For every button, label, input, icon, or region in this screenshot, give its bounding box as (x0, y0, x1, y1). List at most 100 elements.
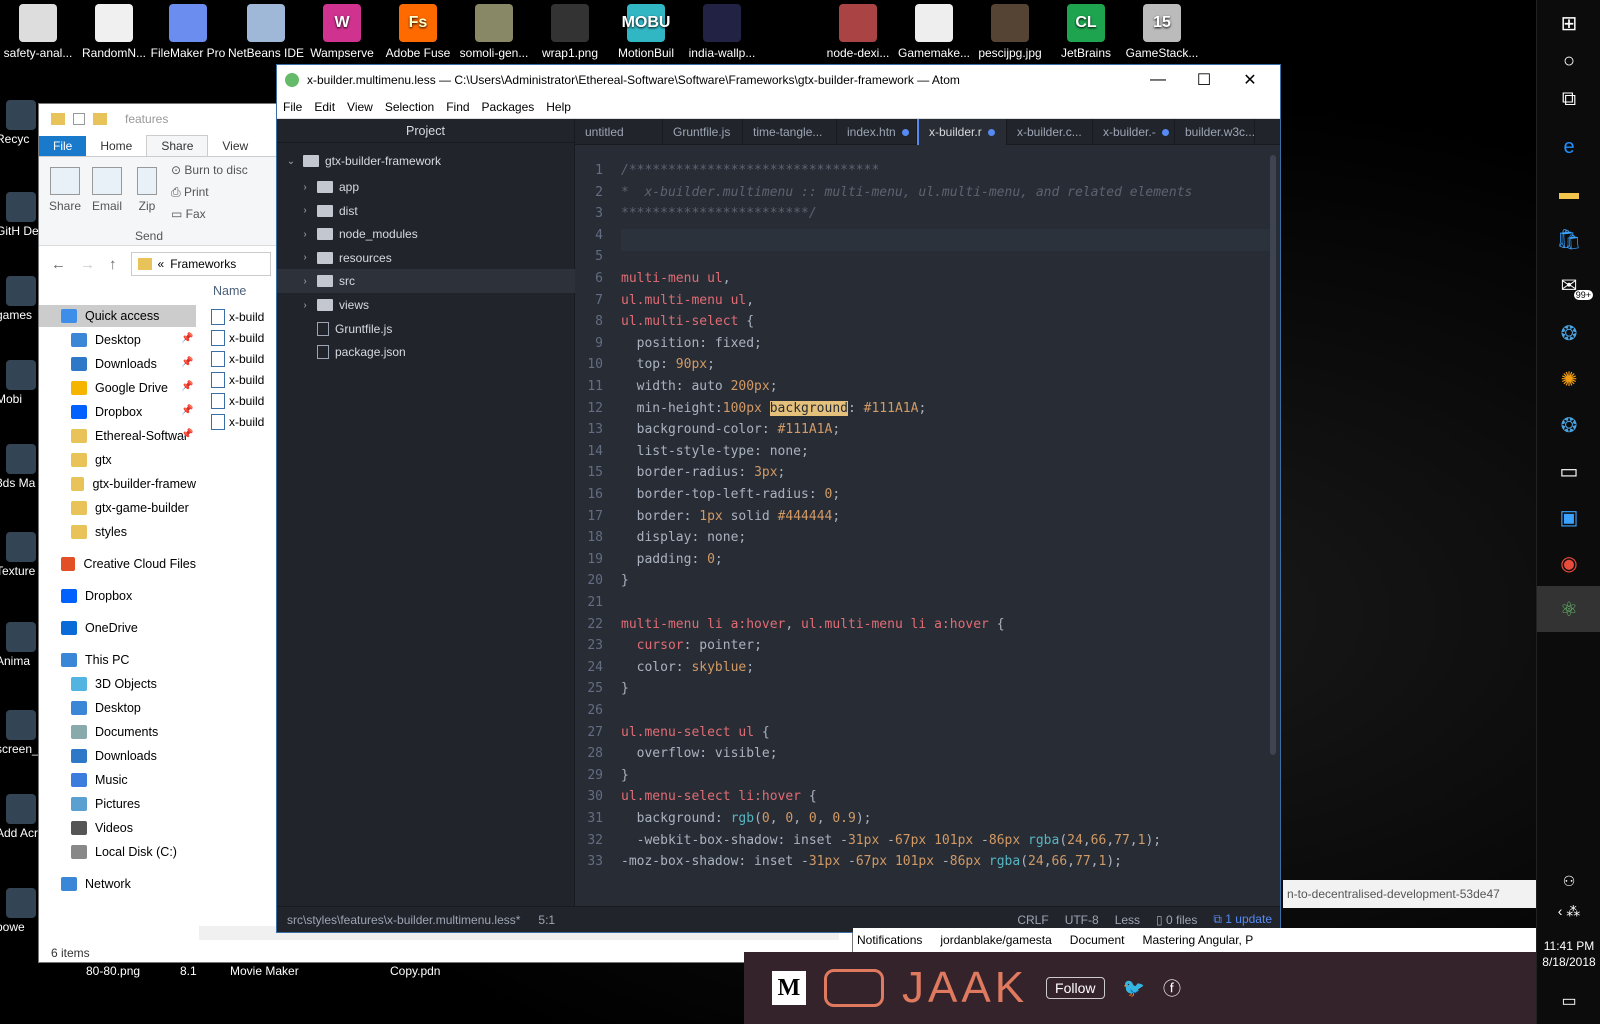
app-icon[interactable]: ✺ (1537, 356, 1600, 402)
menu-item[interactable]: View (341, 100, 379, 114)
editor-tab[interactable]: Gruntfile.js (663, 119, 743, 145)
code-editor[interactable]: 1 /******************************** 2 * x-b… (575, 145, 1280, 908)
app-icon[interactable]: ❂ (1537, 310, 1600, 356)
close-button[interactable]: ✕ (1227, 65, 1273, 95)
chrome-icon[interactable]: ◉ (1537, 540, 1600, 586)
editor-tab[interactable]: index.htn (837, 119, 917, 145)
vertical-scrollbar[interactable] (1270, 155, 1276, 755)
desktop-icon[interactable]: Texture (0, 528, 40, 578)
maximize-button[interactable]: ☐ (1181, 65, 1227, 95)
bookmark-item[interactable]: Notifications (857, 933, 922, 947)
clock-date[interactable]: 8/18/2018 (1537, 954, 1600, 970)
bookmark-item[interactable]: Document (1070, 933, 1125, 947)
desktop-icon[interactable]: 15 GameStack... (1124, 0, 1200, 60)
editor-tab[interactable]: x-builder.- (1093, 119, 1175, 145)
nav-item[interactable]: Desktop (39, 697, 196, 719)
zip-button[interactable]: Zip (133, 163, 161, 213)
desktop-icon[interactable]: Anima (0, 618, 40, 668)
ribbon-tab-view[interactable]: View (208, 136, 262, 156)
desktop-icon[interactable]: W Wampserve (304, 0, 380, 60)
desktop-icon[interactable]: NetBeans IDE 8.2 (228, 0, 304, 60)
desktop-icon[interactable]: india-wallp... (684, 0, 760, 60)
nav-item[interactable]: Pictures (39, 793, 196, 815)
desktop-icon[interactable]: 3ds Ma (0, 440, 40, 490)
tree-item[interactable]: › views (277, 293, 575, 317)
tree-item[interactable]: package.json (277, 340, 575, 364)
desktop-icon[interactable]: Fs Adobe Fuse (380, 0, 456, 60)
atom-editor-window[interactable]: x-builder.multimenu.less — C:\Users\Admi… (276, 64, 1281, 933)
desktop-icon-label[interactable]: 80-80.png (86, 964, 140, 978)
nav-item[interactable]: Creative Cloud Files (39, 553, 196, 575)
desktop-icon-label[interactable]: Movie Maker (230, 964, 299, 978)
back-icon[interactable]: ← (51, 256, 66, 273)
encoding[interactable]: UTF-8 (1065, 913, 1099, 927)
editor-tab[interactable]: builder.w3c... (1175, 119, 1255, 145)
menu-item[interactable]: Edit (308, 100, 341, 114)
email-button[interactable]: Email (89, 163, 125, 213)
tree-item[interactable]: › dist (277, 199, 575, 223)
edge-icon[interactable]: e (1537, 124, 1600, 170)
nav-item[interactable]: gtx (39, 449, 196, 471)
bookmark-item[interactable]: Mastering Angular, P (1142, 933, 1253, 947)
editor-tab[interactable]: untitled (575, 119, 663, 145)
menu-item[interactable]: Find (440, 100, 475, 114)
nav-item[interactable]: Dropbox (39, 401, 196, 423)
tree-item[interactable]: Gruntfile.js (277, 317, 575, 341)
desktop-icon[interactable]: wrap1.png (532, 0, 608, 60)
clock-time[interactable]: 11:41 PM (1537, 938, 1600, 954)
facebook-icon[interactable]: ⓕ (1163, 975, 1181, 1001)
forward-icon[interactable]: → (80, 256, 95, 273)
nav-item[interactable]: gtx-game-builder (39, 497, 196, 519)
ribbon-tab-share[interactable]: Share (146, 135, 209, 156)
file-explorer-icon[interactable]: ▬ (1537, 170, 1600, 216)
tree-root[interactable]: ⌄ gtx-builder-framework (277, 149, 575, 173)
burn-button[interactable]: ⊙ Burn to disc (171, 163, 248, 177)
browser-url-bar[interactable]: n-to-decentralised-development-53de47 (1283, 880, 1536, 908)
app-icon[interactable]: ▣ (1537, 494, 1600, 540)
mail-icon[interactable]: ✉ 99+ (1537, 262, 1600, 308)
medium-logo[interactable]: M (772, 971, 806, 1005)
tree-item[interactable]: › node_modules (277, 222, 575, 246)
nav-item[interactable]: Music (39, 769, 196, 791)
tree-item[interactable]: › resources (277, 246, 575, 270)
atom-taskbar-icon[interactable]: ⚛ (1537, 586, 1600, 632)
fax-button[interactable]: ▭ Fax (171, 207, 206, 221)
share-button[interactable]: Share (47, 163, 83, 213)
nav-item[interactable]: OneDrive (39, 617, 196, 639)
store-icon[interactable]: 🛍 (1537, 216, 1600, 262)
nav-item[interactable]: 3D Objects (39, 673, 196, 695)
desktop-icon[interactable]: Mobi (0, 356, 40, 406)
desktop-icon[interactable]: games (0, 272, 40, 322)
desktop-icon[interactable]: Add Acrob (0, 790, 40, 840)
tree-item[interactable]: › src (277, 269, 575, 294)
grammar[interactable]: Less (1115, 913, 1140, 927)
desktop-icon[interactable]: CL JetBrains (1048, 0, 1124, 60)
nav-item[interactable]: styles (39, 521, 196, 543)
update-badge[interactable]: ⧉ 1 update (1213, 912, 1272, 927)
tray-chevron-icon[interactable]: ‹ ⁂ (1537, 888, 1600, 934)
desktop-icon[interactable]: safety-anal... (0, 0, 76, 60)
nav-item[interactable]: Quick access (39, 305, 196, 327)
menu-item[interactable]: File (277, 100, 308, 114)
nav-item[interactable]: Google Drive (39, 377, 196, 399)
minimize-button[interactable]: — (1135, 65, 1181, 95)
nav-item[interactable]: Network (39, 873, 196, 895)
tree-item[interactable]: › app (277, 175, 575, 199)
menu-item[interactable]: Help (540, 100, 577, 114)
nav-item[interactable]: Downloads (39, 745, 196, 767)
desktop-icon[interactable]: somoli-gen... (456, 0, 532, 60)
nav-item[interactable]: Documents (39, 721, 196, 743)
nav-item[interactable]: Videos (39, 817, 196, 839)
editor-tab[interactable]: time-tangle... (743, 119, 837, 145)
desktop-icon[interactable]: powe (0, 884, 40, 934)
desktop-icon[interactable]: Gamemake... (896, 0, 972, 60)
menu-item[interactable]: Selection (379, 100, 440, 114)
terminal-icon[interactable]: ▭ (1537, 448, 1600, 494)
nav-item[interactable]: Downloads (39, 353, 196, 375)
nav-item[interactable]: gtx-builder-framew (39, 473, 196, 495)
twitter-icon[interactable]: 🐦 (1123, 978, 1145, 999)
nav-item[interactable]: Desktop (39, 329, 196, 351)
cursor-position[interactable]: 5:1 (538, 913, 555, 927)
desktop-icon[interactable]: FileMaker Pro (150, 0, 226, 60)
file-path[interactable]: src\styles\features\x-builder.multimenu.… (287, 913, 520, 927)
